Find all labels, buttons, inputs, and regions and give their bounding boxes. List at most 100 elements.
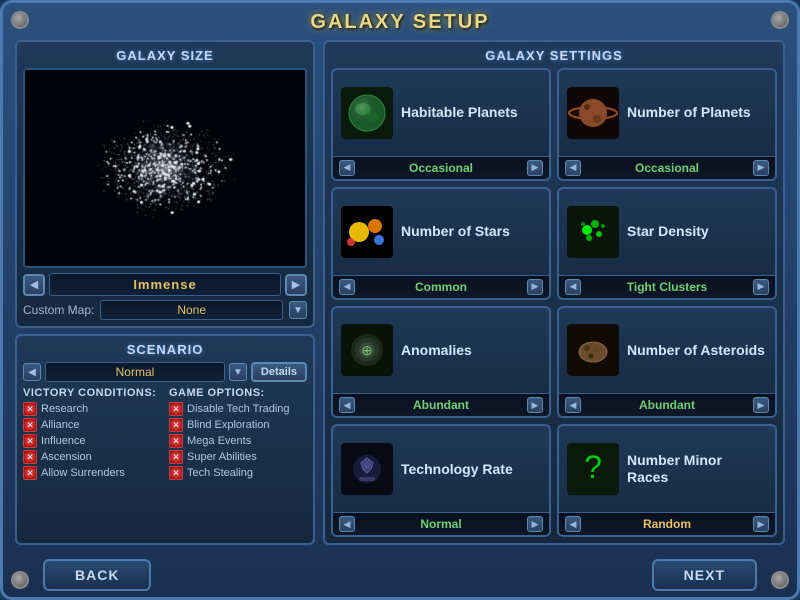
setting-icon-anomalies: ⊕ (341, 324, 393, 376)
setting-control-number-minor-races: ◀Random▶ (559, 512, 775, 535)
setting-card-inner-number-of-stars: Number of Stars (333, 189, 549, 275)
setting-icon-technology-rate (341, 443, 393, 495)
size-next-button[interactable]: ▶ (285, 274, 307, 296)
scenario-header: ◀ Normal ▼ Details (23, 362, 307, 382)
setting-prev-anomalies[interactable]: ◀ (339, 397, 355, 413)
disable-tech-label: Disable Tech Trading (187, 403, 290, 415)
setting-name-number-minor-races: Number Minor Races (627, 452, 767, 486)
galaxy-size-panel: Galaxy Size ◀ Immense ▶ Custom Map: None… (15, 40, 315, 328)
ascension-checkbox[interactable]: ✕ (23, 450, 37, 464)
setting-next-number-of-asteroids[interactable]: ▶ (753, 397, 769, 413)
influence-checkbox[interactable]: ✕ (23, 434, 37, 448)
setting-card-inner-technology-rate: Technology Rate (333, 426, 549, 512)
bottom-bar: Back Next (3, 553, 797, 597)
custom-map-row: Custom Map: None ▼ (23, 300, 307, 320)
setting-name-number-of-planets: Number of Planets (627, 104, 751, 121)
details-button[interactable]: Details (251, 362, 307, 382)
research-label: Research (41, 403, 88, 415)
setting-prev-number-of-stars[interactable]: ◀ (339, 279, 355, 295)
option-tech-stealing: ✕ Tech Stealing (169, 466, 307, 480)
setting-name-number-of-asteroids: Number of Asteroids (627, 342, 765, 359)
setting-prev-star-density[interactable]: ◀ (565, 279, 581, 295)
tech-stealing-checkbox[interactable]: ✕ (169, 466, 183, 480)
scenario-panel: Scenario ◀ Normal ▼ Details Victory Cond… (15, 334, 315, 545)
setting-card-number-of-stars: Number of Stars ◀Common▶ (331, 187, 551, 300)
blind-exploration-checkbox[interactable]: ✕ (169, 418, 183, 432)
option-research: ✕ Research (23, 402, 161, 416)
alliance-label: Alliance (41, 419, 80, 431)
option-blind-exploration: ✕ Blind Exploration (169, 418, 307, 432)
disable-tech-checkbox[interactable]: ✕ (169, 402, 183, 416)
settings-grid: Habitable Planets◀Occasional▶ Number of … (331, 68, 777, 537)
scenario-title: Scenario (23, 342, 307, 357)
setting-prev-number-minor-races[interactable]: ◀ (565, 516, 581, 532)
research-checkbox[interactable]: ✕ (23, 402, 37, 416)
bolt-bottom-left (11, 571, 29, 589)
ascension-label: Ascension (41, 451, 92, 463)
option-influence: ✕ Influence (23, 434, 161, 448)
custom-map-arrow[interactable]: ▼ (289, 301, 307, 319)
setting-card-inner-number-of-planets: Number of Planets (559, 70, 775, 156)
setting-icon-number-of-stars (341, 206, 393, 258)
page-title: Galaxy Setup (3, 11, 797, 34)
setting-value-number-of-planets: Occasional (581, 161, 753, 175)
allow-surrenders-label: Allow Surrenders (41, 467, 125, 479)
victory-conditions-title: Victory Conditions: (23, 387, 161, 399)
back-button[interactable]: Back (43, 559, 151, 591)
setting-prev-number-of-planets[interactable]: ◀ (565, 160, 581, 176)
setting-name-anomalies: Anomalies (401, 342, 472, 359)
setting-card-inner-star-density: Star Density (559, 189, 775, 275)
custom-map-label: Custom Map: (23, 303, 94, 317)
setting-card-inner-habitable-planets: Habitable Planets (333, 70, 549, 156)
galaxy-size-title: Galaxy Size (23, 48, 307, 63)
setting-control-habitable-planets: ◀Occasional▶ (333, 156, 549, 179)
setting-prev-technology-rate[interactable]: ◀ (339, 516, 355, 532)
option-mega-events: ✕ Mega Events (169, 434, 307, 448)
setting-next-technology-rate[interactable]: ▶ (527, 516, 543, 532)
setting-card-number-of-asteroids: Number of Asteroids ◀Abundant▶ (557, 306, 777, 419)
setting-icon-habitable-planets (341, 87, 393, 139)
setting-next-number-of-stars[interactable]: ▶ (527, 279, 543, 295)
super-abilities-checkbox[interactable]: ✕ (169, 450, 183, 464)
setting-control-number-of-stars: ◀Common▶ (333, 275, 549, 298)
galaxy-map (23, 68, 307, 268)
setting-next-habitable-planets[interactable]: ▶ (527, 160, 543, 176)
scenario-value: Normal (45, 362, 225, 382)
setting-name-habitable-planets: Habitable Planets (401, 104, 518, 121)
super-abilities-label: Super Abilities (187, 451, 257, 463)
option-allow-surrenders: ✕ Allow Surrenders (23, 466, 161, 480)
scenario-arrow[interactable]: ◀ (23, 363, 41, 381)
setting-prev-habitable-planets[interactable]: ◀ (339, 160, 355, 176)
mega-events-checkbox[interactable]: ✕ (169, 434, 183, 448)
setting-name-number-of-stars: Number of Stars (401, 223, 510, 240)
size-selector: ◀ Immense ▶ (23, 273, 307, 296)
option-alliance: ✕ Alliance (23, 418, 161, 432)
option-disable-tech: ✕ Disable Tech Trading (169, 402, 307, 416)
setting-next-anomalies[interactable]: ▶ (527, 397, 543, 413)
setting-control-technology-rate: ◀Normal▶ (333, 512, 549, 535)
game-options-title: Game Options: (169, 387, 307, 399)
size-prev-button[interactable]: ◀ (23, 274, 45, 296)
setting-icon-star-density (567, 206, 619, 258)
setting-next-number-minor-races[interactable]: ▶ (753, 516, 769, 532)
custom-map-value: None (100, 300, 283, 320)
setting-value-number-of-asteroids: Abundant (581, 398, 753, 412)
galaxy-size-value: Immense (49, 273, 281, 296)
setting-next-number-of-planets[interactable]: ▶ (753, 160, 769, 176)
alliance-checkbox[interactable]: ✕ (23, 418, 37, 432)
game-options-col: Game Options: ✕ Disable Tech Trading ✕ B… (169, 387, 307, 482)
setting-name-star-density: Star Density (627, 223, 709, 240)
setting-control-number-of-planets: ◀Occasional▶ (559, 156, 775, 179)
scenario-arrow-right[interactable]: ▼ (229, 363, 247, 381)
tech-stealing-label: Tech Stealing (187, 467, 253, 479)
galaxy-settings-title: Galaxy Settings (331, 48, 777, 63)
setting-card-anomalies: ⊕ Anomalies ◀Abundant▶ (331, 306, 551, 419)
mega-events-label: Mega Events (187, 435, 251, 447)
setting-value-anomalies: Abundant (355, 398, 527, 412)
next-button[interactable]: Next (652, 559, 757, 591)
setting-next-star-density[interactable]: ▶ (753, 279, 769, 295)
setting-value-habitable-planets: Occasional (355, 161, 527, 175)
setting-prev-number-of-asteroids[interactable]: ◀ (565, 397, 581, 413)
setting-card-inner-number-of-asteroids: Number of Asteroids (559, 308, 775, 394)
allow-surrenders-checkbox[interactable]: ✕ (23, 466, 37, 480)
